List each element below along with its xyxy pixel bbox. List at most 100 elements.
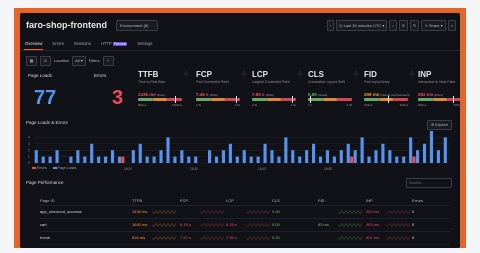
vital-gauge <box>308 96 352 103</box>
time-range-picker[interactable]: ◷ Last 30 minutes UTC ▾ <box>335 20 388 31</box>
column-header[interactable]: LCP <box>226 198 234 203</box>
gauge-marker <box>175 96 177 103</box>
screenshot-frame: faro-shop-frontend Environment (8) ‹ ◷ L… <box>14 8 466 248</box>
share-button[interactable]: ≺ Share ▾ <box>421 20 446 31</box>
page-loads-bar[interactable] <box>409 137 413 163</box>
table-row[interactable]: app_checkout_success 1430 ms 0.00 263 ms 0 <box>40 205 450 218</box>
page-loads-bar[interactable] <box>381 143 385 163</box>
legend-page-loads[interactable]: Page Loads <box>52 166 76 170</box>
page-loads-bar[interactable] <box>346 143 350 163</box>
page-loads-bar[interactable] <box>263 143 267 163</box>
page-loads-bar[interactable] <box>291 150 295 163</box>
tab-settings[interactable]: Settings <box>136 40 153 50</box>
page-loads-bar[interactable] <box>235 156 239 163</box>
page-loads-bar[interactable] <box>180 150 184 163</box>
page-loads-bar[interactable] <box>277 156 281 163</box>
page-loads-bar[interactable] <box>97 156 101 163</box>
page-loads-bar[interactable] <box>117 156 122 163</box>
environment-select[interactable]: Environment (8) <box>116 20 158 31</box>
column-header[interactable]: FID <box>318 198 324 203</box>
page-loads-bar[interactable] <box>388 150 392 163</box>
page-loads-bar[interactable] <box>256 156 260 163</box>
column-header[interactable]: TTFB <box>132 198 142 203</box>
table-row[interactable]: cart 1640 ms 6.15 s 6.15 s 0.00 83 ms 463 ms 0 <box>40 218 450 231</box>
column-header[interactable]: Page ID <box>40 198 54 203</box>
page-loads-bar[interactable] <box>360 137 364 163</box>
page-loads-bar[interactable] <box>339 150 343 163</box>
time-back-button[interactable]: ‹ <box>326 20 334 31</box>
table-row[interactable]: product_detail3161 ms8.64 s8.64 s0.00187… <box>40 244 450 248</box>
page-loads-bar[interactable] <box>90 143 94 163</box>
column-header[interactable]: CLS <box>272 198 280 203</box>
page-loads-bar[interactable] <box>429 131 434 163</box>
page-loads-bar[interactable] <box>270 150 274 163</box>
page-loads-bar[interactable] <box>166 137 170 163</box>
tab-http[interactable]: HTTP Preview <box>100 40 128 50</box>
page-loads-bar[interactable] <box>422 143 427 163</box>
page-loads-bar[interactable] <box>104 156 108 163</box>
search-input[interactable]: Search... <box>406 178 452 188</box>
page-loads-bar[interactable] <box>443 137 447 163</box>
page-loads-bar[interactable] <box>367 156 371 163</box>
column-header[interactable]: INP <box>366 198 373 203</box>
page-loads-bar[interactable] <box>228 143 232 163</box>
gauge-segment <box>364 98 379 101</box>
close-button[interactable]: × <box>447 20 456 31</box>
page-loads-bar[interactable] <box>110 150 115 163</box>
page-loads-bar[interactable] <box>83 156 87 163</box>
errors-bar[interactable] <box>121 156 125 163</box>
sparkline <box>152 210 176 214</box>
tab-errors[interactable]: Errors <box>51 40 64 50</box>
page-loads-bar[interactable] <box>131 150 135 163</box>
page-loads-bar[interactable] <box>208 150 212 163</box>
tab-overview[interactable]: Overview <box>24 40 44 50</box>
tab-sessions[interactable]: Sessions <box>73 40 92 50</box>
page-loads-bar[interactable] <box>34 150 38 163</box>
page-loads-bar[interactable] <box>249 156 253 163</box>
page-loads-bar[interactable] <box>325 150 330 163</box>
page-loads-bar[interactable] <box>41 156 45 163</box>
page-loads-bar[interactable] <box>138 143 142 163</box>
page-loads-bar[interactable] <box>55 150 59 163</box>
legend-errors[interactable]: Errors <box>32 166 47 170</box>
page-loads-bar[interactable] <box>152 156 156 163</box>
page-loads-bar[interactable] <box>214 156 219 163</box>
location-select[interactable]: All ▾ <box>72 55 86 66</box>
page-loads-bar[interactable] <box>402 156 406 163</box>
page-loads-bar[interactable] <box>173 156 177 163</box>
page-loads-bar[interactable] <box>194 156 198 163</box>
page-loads-bar[interactable] <box>145 156 149 163</box>
page-loads-bar[interactable] <box>395 156 399 163</box>
page-loads-bar[interactable] <box>187 156 191 163</box>
page-loads-bar[interactable] <box>312 143 316 163</box>
page-loads-bar[interactable] <box>353 150 357 163</box>
page-loads-bar[interactable] <box>416 150 420 163</box>
table-row[interactable]: home 826 ms 7.57 s 7.95 s 0.00 601 ms 0 <box>40 231 450 244</box>
errors-bar[interactable] <box>350 156 354 163</box>
funnel-icon[interactable]: ⚟ <box>40 55 51 66</box>
page-loads-bar[interactable] <box>284 137 288 163</box>
time-forward-button[interactable]: › <box>389 20 397 31</box>
gauge-threshold: 500ms <box>453 103 460 107</box>
page-loads-bar[interactable] <box>298 156 302 163</box>
page-loads-bar[interactable] <box>159 150 163 163</box>
page-loads-bar[interactable] <box>48 156 52 163</box>
page-loads-bar[interactable] <box>436 150 440 163</box>
refresh-button[interactable]: ↻ <box>410 20 420 31</box>
page-loads-bar[interactable] <box>69 156 73 163</box>
page-loads-bar[interactable] <box>305 150 309 163</box>
column-header[interactable]: FCP <box>180 198 188 203</box>
legend-errors-swatch <box>32 167 36 169</box>
page-loads-bar[interactable] <box>221 150 226 163</box>
page-loads-bar[interactable] <box>374 150 378 163</box>
page-loads-bar[interactable] <box>318 156 323 163</box>
errors-bar[interactable] <box>412 156 416 163</box>
legend-errors-label: Errors <box>37 166 47 170</box>
page-loads-bar[interactable] <box>76 150 80 163</box>
column-header[interactable]: Errors <box>412 198 423 203</box>
page-loads-bar[interactable] <box>332 156 336 163</box>
grid-view-icon[interactable]: ▦ <box>26 55 37 66</box>
zoom-out-button[interactable]: ⊖ <box>398 20 409 31</box>
add-filter-button[interactable]: + <box>102 55 114 66</box>
page-loads-bar[interactable] <box>242 150 246 163</box>
